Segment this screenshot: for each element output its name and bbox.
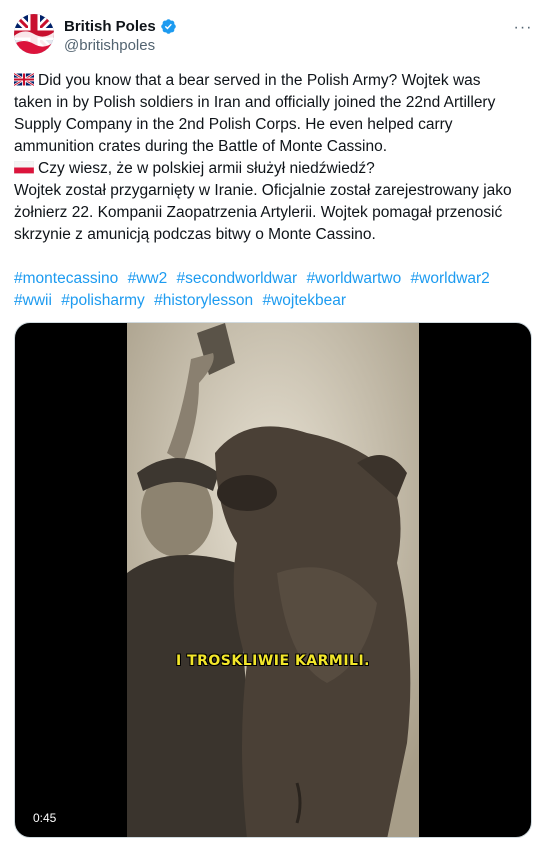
text-line-en-2: taken in by Polish soldiers in Iran and … (14, 94, 496, 111)
author-name[interactable]: British Poles (64, 18, 156, 35)
tweet-text: Did you know that a bear served in the P… (14, 70, 534, 312)
verified-badge-icon (160, 19, 176, 34)
hashtags: #montecassino #ww2 #secondworldwar #worl… (14, 268, 534, 312)
video-caption: I TROSKLIWIE KARMILI. (175, 653, 371, 669)
text-line-pl-3: żołnierz 22. Kompanii Zaopatrzenia Artyl… (14, 204, 503, 221)
text-line-pl-2: Wojtek został przygarnięty w Iranie. Ofi… (14, 182, 512, 199)
hashtag-link[interactable]: #wojtekbear (262, 292, 346, 309)
poland-flag-icon (14, 161, 34, 174)
tweet-header: British Poles @britishpoles ··· (14, 14, 533, 58)
video-player[interactable]: I TROSKLIWIE KARMILI. 0:45 (14, 322, 532, 838)
hashtag-link[interactable]: #worldwartwo (306, 270, 401, 287)
text-line-en-4: ammunition crates during the Battle of M… (14, 138, 388, 155)
hashtag-link[interactable]: #ww2 (128, 270, 168, 287)
hashtag-link[interactable]: #montecassino (14, 270, 118, 287)
video-frame: I TROSKLIWIE KARMILI. (127, 323, 419, 837)
more-options-icon[interactable]: ··· (513, 18, 533, 38)
uk-flag-icon (14, 73, 34, 86)
video-timestamp: 0:45 (27, 809, 63, 827)
text-line-en-3: Supply Company in the 2nd Polish Corps. … (14, 116, 453, 133)
hashtag-row-2: #wwii #polisharmy #historylesson #wojtek… (14, 290, 534, 312)
text-line-en-1: Did you know that a bear served in the P… (14, 70, 534, 92)
hashtag-link[interactable]: #historylesson (154, 292, 253, 309)
hashtag-link[interactable]: #secondworldwar (177, 270, 298, 287)
author-handle[interactable]: @britishpoles (64, 37, 177, 54)
soldier-feeding-bear-image (127, 323, 419, 837)
hashtag-link[interactable]: #polisharmy (61, 292, 145, 309)
avatar[interactable] (14, 14, 54, 54)
text-line-pl-1: Czy wiesz, że w polskiej armii służył ni… (14, 158, 534, 180)
text-line-pl-4: skrzynie z amunicją podczas bitwy o Mont… (14, 226, 376, 243)
hashtag-link[interactable]: #worldwar2 (411, 270, 490, 287)
hashtag-link[interactable]: #wwii (14, 292, 52, 309)
hashtag-row-1: #montecassino #ww2 #secondworldwar #worl… (14, 268, 534, 290)
